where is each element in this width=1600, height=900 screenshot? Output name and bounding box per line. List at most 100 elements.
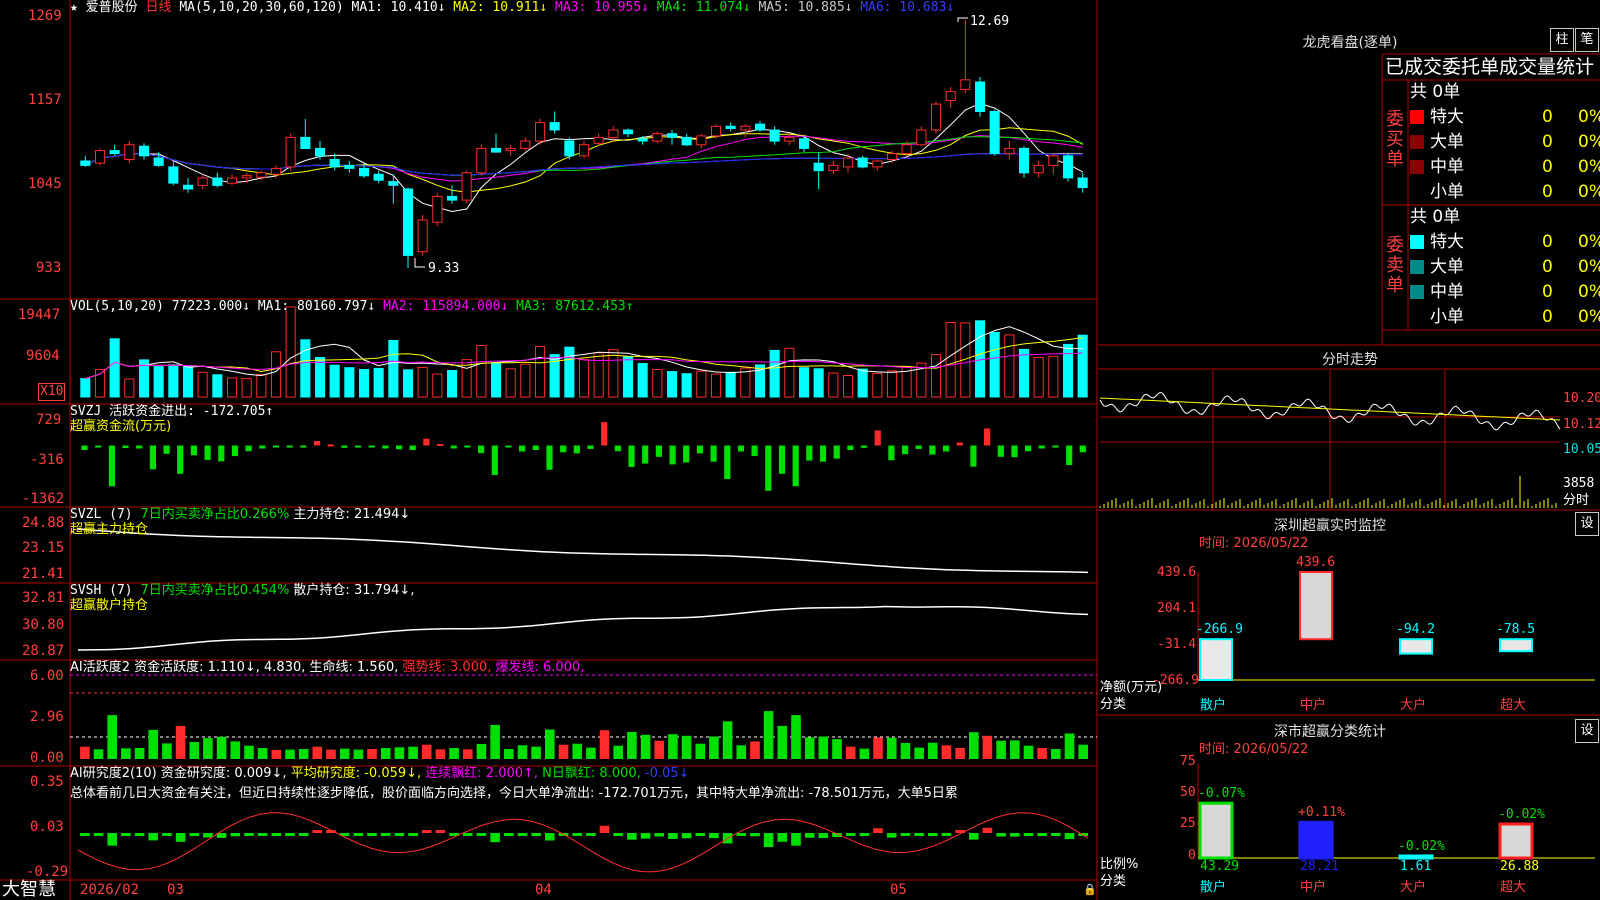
candle-body[interactable] [95,150,106,164]
candle-body[interactable] [491,147,502,153]
candle-body[interactable] [799,138,810,149]
candle-body[interactable] [359,167,370,177]
candle-body[interactable] [755,123,766,131]
candle-body[interactable] [520,140,531,149]
candle-body[interactable] [564,140,575,157]
candle-body[interactable] [168,166,179,184]
classify-bar-pct: -0.02% [1498,806,1545,822]
candle-body[interactable] [417,219,428,253]
candle-body[interactable] [931,103,942,131]
candle-body[interactable] [769,129,780,142]
candle-body[interactable] [1033,164,1044,174]
classify-bar[interactable] [1398,854,1434,860]
candle-body[interactable] [388,181,399,186]
kline-chart-canvas[interactable] [0,0,1600,900]
high-annotation: 12.69 [970,14,1010,29]
candle-body[interactable] [593,136,604,144]
candle-body[interactable] [344,164,355,169]
candle-body[interactable] [285,136,296,168]
candle-body[interactable] [916,129,927,146]
activity-bar [339,748,350,759]
candle-body[interactable] [432,195,443,223]
candle-body[interactable] [681,136,692,146]
candle-body[interactable] [197,177,208,186]
candle-body[interactable] [549,122,560,131]
candle-body[interactable] [241,175,252,179]
candle-body[interactable] [667,133,678,138]
candle-body[interactable] [989,111,1000,155]
candle-body[interactable] [535,122,546,142]
candle-body[interactable] [124,144,135,160]
candle-body[interactable] [623,129,634,135]
research-bar [845,833,856,836]
monitor-bar[interactable] [1299,571,1333,641]
candle-body[interactable] [1063,155,1074,179]
candle-body[interactable] [183,184,194,190]
candle-body[interactable] [608,129,619,138]
candle-body[interactable] [887,153,898,161]
candle-body[interactable] [109,150,120,155]
candle-body[interactable] [300,136,311,149]
activity-bar [832,739,842,759]
monitor-axis-3: -31.4 [1157,637,1197,652]
candle-body[interactable] [476,147,487,174]
candle-body[interactable] [271,167,282,175]
activity-bar [859,748,870,759]
candle-body[interactable] [329,159,340,168]
candle-body[interactable] [784,136,795,142]
candle-body[interactable] [872,160,883,168]
lock-icon[interactable]: 🔒 [1083,882,1097,898]
bar-view-button[interactable]: 柱 [1550,28,1574,52]
candle-body[interactable] [696,135,707,146]
fund-flow-bar [915,445,922,449]
candle-body[interactable] [315,147,326,157]
classify-bar-pct: +0.11% [1298,805,1345,821]
candle-body[interactable] [857,157,868,168]
tick-view-button[interactable]: 笔 [1575,28,1599,52]
candle-body[interactable] [139,145,150,157]
candle-body[interactable] [461,172,472,201]
classify-bar[interactable] [1198,801,1234,860]
candle-body[interactable] [945,91,956,101]
stock-name[interactable]: 爱普股份 [86,0,138,15]
candle-body[interactable] [901,144,912,155]
candle-body[interactable] [227,177,238,184]
candle-body[interactable] [1004,147,1015,155]
monitor-bar[interactable] [1499,638,1533,653]
activity-bar [1037,748,1047,759]
candle-body[interactable] [1048,155,1059,166]
candle-body[interactable] [975,81,986,112]
candle-body[interactable] [80,160,91,166]
activity-bar [476,744,487,759]
monitor-bar[interactable] [1399,638,1433,655]
candle-body[interactable] [960,79,971,90]
candle-body[interactable] [740,125,751,131]
candle-body[interactable] [637,138,648,142]
classify-bar[interactable] [1498,822,1534,860]
candle-body[interactable] [1077,177,1088,189]
candle-body[interactable] [843,157,854,168]
candle-body[interactable] [652,133,663,142]
candle-body[interactable] [447,195,458,201]
candle-body[interactable] [1019,147,1030,174]
candle-body[interactable] [403,188,414,256]
monitor-time: 时间: 2026/05/22 [1199,536,1309,551]
classify-bar[interactable] [1298,820,1334,860]
activity-bar [969,732,979,759]
candle-body[interactable] [813,162,824,172]
candle-body[interactable] [505,147,516,152]
candle-body[interactable] [828,164,839,172]
research-bar [298,833,309,836]
candle-body[interactable] [212,177,223,186]
candle-body[interactable] [153,157,164,166]
classify-settings-button[interactable]: 设 [1575,719,1599,743]
star-icon[interactable]: ★ [70,0,78,15]
period-label[interactable]: 日线 [146,0,172,15]
candle-body[interactable] [373,173,384,181]
candle-body[interactable] [579,144,590,157]
monitor-settings-button[interactable]: 设 [1575,512,1599,536]
candle-body[interactable] [256,172,267,178]
candle-body[interactable] [725,125,736,130]
monitor-bar[interactable] [1199,638,1233,682]
candle-body[interactable] [711,125,722,137]
